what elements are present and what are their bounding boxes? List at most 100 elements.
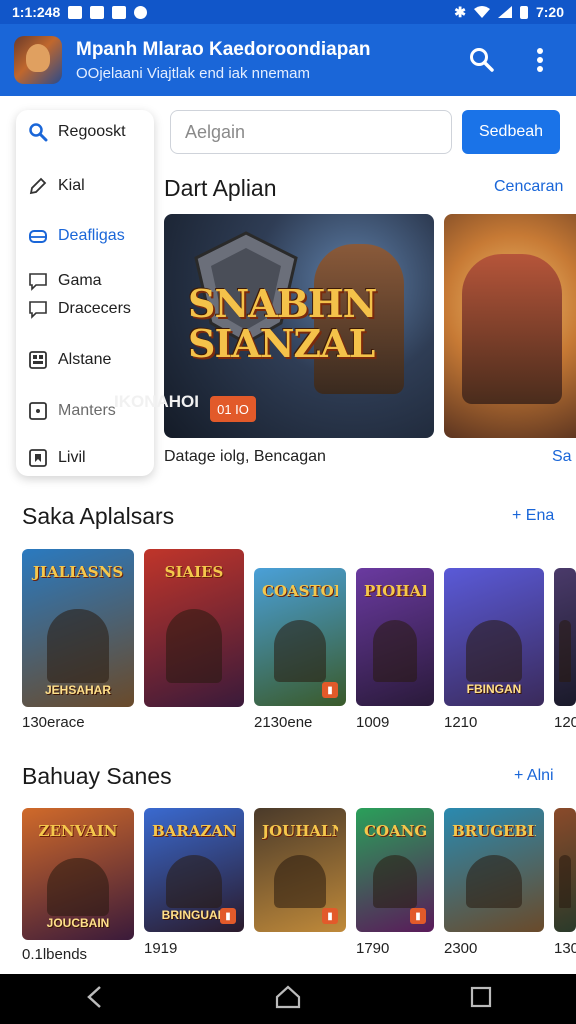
sidebar-item-label: Alstane bbox=[58, 351, 112, 368]
hero-figure bbox=[462, 254, 562, 404]
card-hero-art bbox=[466, 620, 522, 682]
game-card[interactable] bbox=[554, 808, 576, 932]
search-input[interactable] bbox=[170, 110, 452, 154]
more-vert-icon bbox=[537, 48, 543, 72]
banner-logo-line-2: SIANZAL bbox=[188, 321, 375, 366]
section-2-more-link[interactable]: + Alni bbox=[514, 767, 554, 785]
card-label: 1210 bbox=[444, 714, 478, 731]
card-hero-art bbox=[558, 620, 572, 682]
card-hero-art bbox=[274, 620, 326, 682]
sync-icon bbox=[134, 5, 148, 19]
featured-see-all-link[interactable]: Cencaran bbox=[494, 178, 563, 196]
card-logo-title: BRUGEBIN bbox=[452, 822, 536, 840]
recents-icon bbox=[470, 986, 491, 1007]
card-label: 0.1lbends bbox=[22, 946, 88, 963]
signal-icon bbox=[497, 6, 512, 18]
featured-banner-2[interactable] bbox=[444, 214, 576, 438]
wifi-icon bbox=[473, 6, 490, 18]
sidebar-item-label: Gama bbox=[58, 272, 102, 289]
game-card[interactable]: FBINGAN bbox=[444, 568, 544, 706]
chat-icon bbox=[28, 271, 48, 291]
game-card[interactable]: PIOHAHKY bbox=[356, 568, 434, 706]
sidebar-item-kial[interactable]: Kial bbox=[28, 176, 85, 196]
banner-logo-line-1: SNABHN bbox=[188, 281, 377, 326]
card-badge-icon: ▮ bbox=[322, 908, 338, 924]
overflow-menu-button[interactable] bbox=[526, 46, 554, 74]
search-icon bbox=[28, 122, 48, 142]
featured-banner[interactable]: SNABHN SIANZAL bbox=[164, 214, 434, 438]
card-hero-art bbox=[373, 620, 417, 682]
banner-badge[interactable]: 01 IO bbox=[210, 396, 256, 422]
card-logo-title: JIALIASNS bbox=[32, 563, 124, 581]
sidebar-item-deafligas[interactable]: Deafligas bbox=[28, 226, 125, 246]
game-card[interactable]: SIAIES bbox=[144, 549, 244, 707]
card-hero-art bbox=[46, 858, 110, 916]
bluetooth-icon: ✱ bbox=[454, 3, 466, 20]
sidebar-item-dracecers[interactable]: Dracecers bbox=[28, 299, 131, 319]
app-logo[interactable] bbox=[14, 36, 62, 84]
game-card[interactable]: JIALIASNS JEHSAHAR bbox=[22, 549, 134, 707]
game-card[interactable]: JOUHALNS ▮ bbox=[254, 808, 346, 932]
featured-banner-description: Datage iolg, Bencagan bbox=[164, 448, 326, 465]
home-icon bbox=[275, 985, 301, 1008]
sidebar-item-label: Manters bbox=[58, 402, 116, 419]
card-logo-title: ZENVAIN bbox=[38, 822, 118, 840]
card-logo-title: JOUHALNS bbox=[262, 822, 338, 840]
card-badge-icon: ▮ bbox=[322, 682, 338, 698]
sidebar-item-alstane[interactable]: Alstane bbox=[28, 350, 111, 370]
card-hero-art bbox=[46, 609, 110, 683]
game-card[interactable]: BARAZAN BRINGUAK ▮ bbox=[144, 808, 244, 932]
sidebar-item-manters[interactable]: Manters bbox=[28, 401, 116, 421]
game-card[interactable] bbox=[554, 568, 576, 706]
banner-logo: SNABHN SIANZAL bbox=[188, 281, 377, 366]
card-label: 2130ene bbox=[254, 714, 313, 731]
back-icon bbox=[87, 985, 102, 1008]
card-hero-art bbox=[166, 855, 222, 908]
sidebar-item-label: Livil bbox=[58, 449, 86, 466]
section-2-title: Bahuay Sanes bbox=[22, 763, 172, 789]
game-card[interactable]: BRUGEBIN bbox=[444, 808, 544, 932]
card-badge-icon: ▮ bbox=[410, 908, 426, 924]
card-label: 120 bbox=[554, 714, 576, 731]
status-bar: 1:1:248 ✱ 7:20 bbox=[0, 0, 576, 24]
calendar-notification-icon bbox=[112, 5, 127, 19]
system-nav-bar bbox=[0, 974, 576, 1024]
sidebar-item-search[interactable]: Regooskt bbox=[28, 122, 126, 142]
card-label: 1009 bbox=[356, 714, 390, 731]
game-card[interactable]: COANGASA ▮ bbox=[356, 808, 434, 932]
card-logo-subtitle: JEHSAHAR bbox=[44, 683, 111, 697]
card-hero-art bbox=[466, 855, 522, 908]
featured-banner-2-description: Sa bbox=[552, 448, 572, 465]
app-title: Mpanh Mlarao Kaedoroondiapan bbox=[76, 38, 371, 60]
card-logo-title: COASTORE bbox=[262, 582, 338, 600]
card-logo-subtitle: FBINGAN bbox=[466, 682, 522, 696]
sidebar-item-label: Regooskt bbox=[58, 123, 126, 140]
sidebar-item-livil[interactable]: Livil bbox=[28, 448, 86, 468]
bookmark-icon bbox=[28, 448, 48, 468]
home-button[interactable] bbox=[275, 985, 301, 1014]
featured-section-title: Dart Aplian bbox=[164, 175, 277, 201]
card-label: 1919 bbox=[144, 940, 178, 957]
sidebar-item-label: Dracecers bbox=[58, 300, 131, 317]
sidebar-item-gama[interactable]: Gama bbox=[28, 271, 102, 291]
search-icon bbox=[470, 48, 494, 72]
section-1-more-link[interactable]: + Ena bbox=[512, 507, 554, 525]
app-notification-icon bbox=[90, 5, 105, 19]
grid-icon bbox=[28, 350, 48, 370]
card-label: 130 bbox=[554, 940, 576, 957]
card-label: 1790 bbox=[356, 940, 390, 957]
card-logo-subtitle: JOUCBAIN bbox=[46, 916, 110, 930]
search-button[interactable] bbox=[468, 46, 496, 74]
game-card[interactable]: COASTORE ▮ bbox=[254, 568, 346, 706]
card-label: 2300 bbox=[444, 940, 478, 957]
banner-caption: IKONAHOI bbox=[114, 392, 199, 411]
game-card[interactable]: ZENVAIN JOUCBAIN bbox=[22, 808, 134, 940]
recents-button[interactable] bbox=[470, 986, 492, 1013]
card-badge-icon: ▮ bbox=[220, 908, 236, 924]
notification-icon bbox=[68, 5, 83, 19]
card-hero-art bbox=[558, 855, 572, 908]
battery-icon bbox=[519, 5, 528, 19]
back-button[interactable] bbox=[84, 985, 106, 1014]
search-submit-button[interactable]: Sedbeah bbox=[462, 110, 560, 154]
sidebar-item-label: Deafligas bbox=[58, 227, 125, 244]
